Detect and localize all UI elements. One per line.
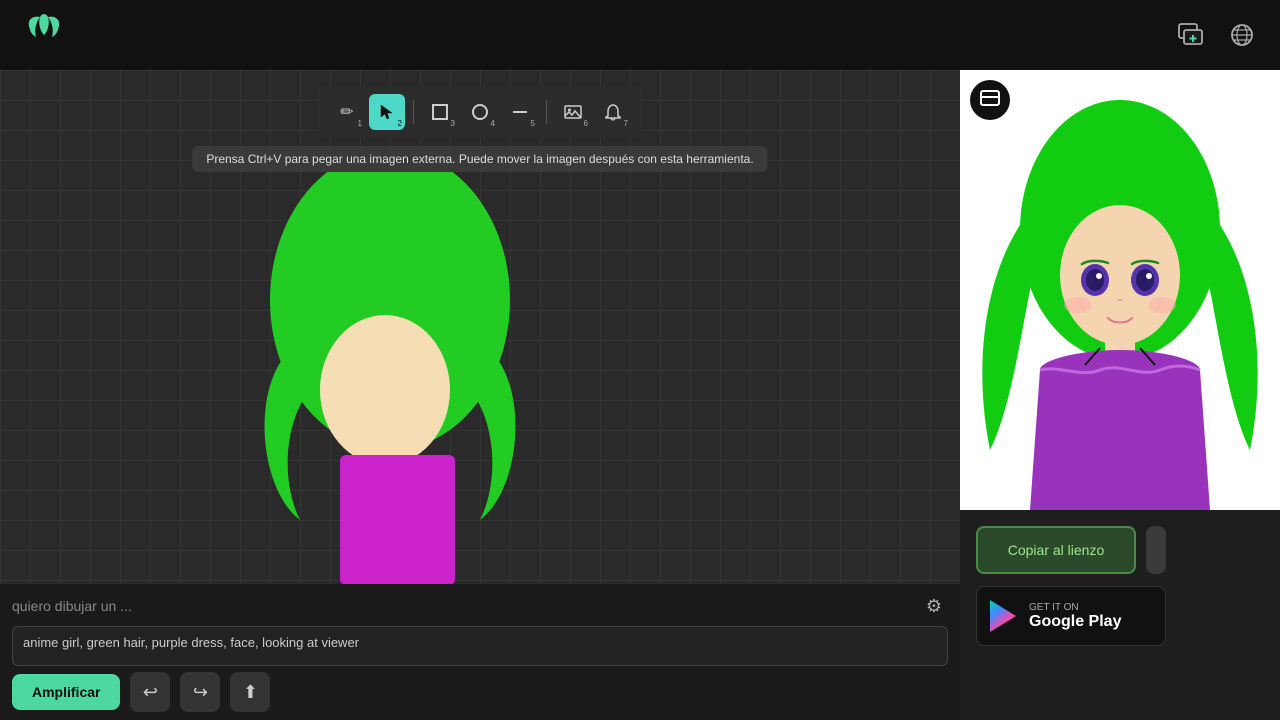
prompt-header: quiero dibujar un ... ⚙ (12, 592, 948, 620)
right-actions: Copiar al lienzo (976, 526, 1264, 574)
prompt-actions: Amplificar ↩ ↪ ⬆ (12, 672, 948, 712)
settings-icon[interactable]: ⚙ (920, 592, 948, 620)
prompt-area: quiero dibujar un ... ⚙ anime girl, gree… (0, 584, 960, 720)
notification-tool[interactable]: 7 (595, 94, 631, 130)
header (0, 0, 1280, 70)
toolbar: ✏1 2 3 4 5 (317, 86, 643, 138)
prompt-placeholder: quiero dibujar un ... (12, 598, 132, 614)
google-play-label: Google Play (1029, 613, 1121, 631)
logo-icon (20, 9, 68, 57)
tooltip: Prensa Ctrl+V para pegar una imagen exte… (192, 146, 767, 172)
header-right (1172, 17, 1260, 53)
more-options-button[interactable] (1146, 526, 1166, 574)
right-bottom: Copiar al lienzo (960, 510, 1280, 720)
copy-to-canvas-button[interactable]: Copiar al lienzo (976, 526, 1136, 574)
rect-tool[interactable]: 3 (422, 94, 458, 130)
redo-button[interactable]: ↪ (180, 672, 220, 712)
get-it-on-label: GET IT ON (1029, 602, 1121, 613)
select-tool[interactable]: 2 (369, 94, 405, 130)
line-tool[interactable]: 5 (502, 94, 538, 130)
add-window-icon[interactable] (1172, 17, 1208, 53)
anime-girl-preview (960, 70, 1280, 510)
google-play-icon (987, 598, 1019, 634)
preview-area (960, 70, 1280, 510)
canvas-area[interactable]: ✏1 2 3 4 5 (0, 70, 960, 720)
right-panel: Copiar al lienzo (960, 70, 1280, 720)
preview-expand-button[interactable] (970, 80, 1010, 120)
play-text-area: GET IT ON Google Play (1029, 602, 1121, 631)
upload-button[interactable]: ⬆ (230, 672, 270, 712)
tool-divider-2 (546, 100, 547, 124)
canvas-drawing (220, 170, 560, 590)
globe-icon[interactable] (1224, 17, 1260, 53)
circle-tool[interactable]: 4 (462, 94, 498, 130)
image-tool[interactable]: 6 (555, 94, 591, 130)
prompt-input[interactable]: anime girl, green hair, purple dress, fa… (12, 626, 948, 666)
pencil-tool[interactable]: ✏1 (329, 94, 365, 130)
google-play-badge[interactable]: GET IT ON Google Play (976, 586, 1166, 646)
undo-button[interactable]: ↩ (130, 672, 170, 712)
logo-area (20, 9, 68, 62)
tool-divider-1 (413, 100, 414, 124)
amplify-button[interactable]: Amplificar (12, 674, 120, 710)
